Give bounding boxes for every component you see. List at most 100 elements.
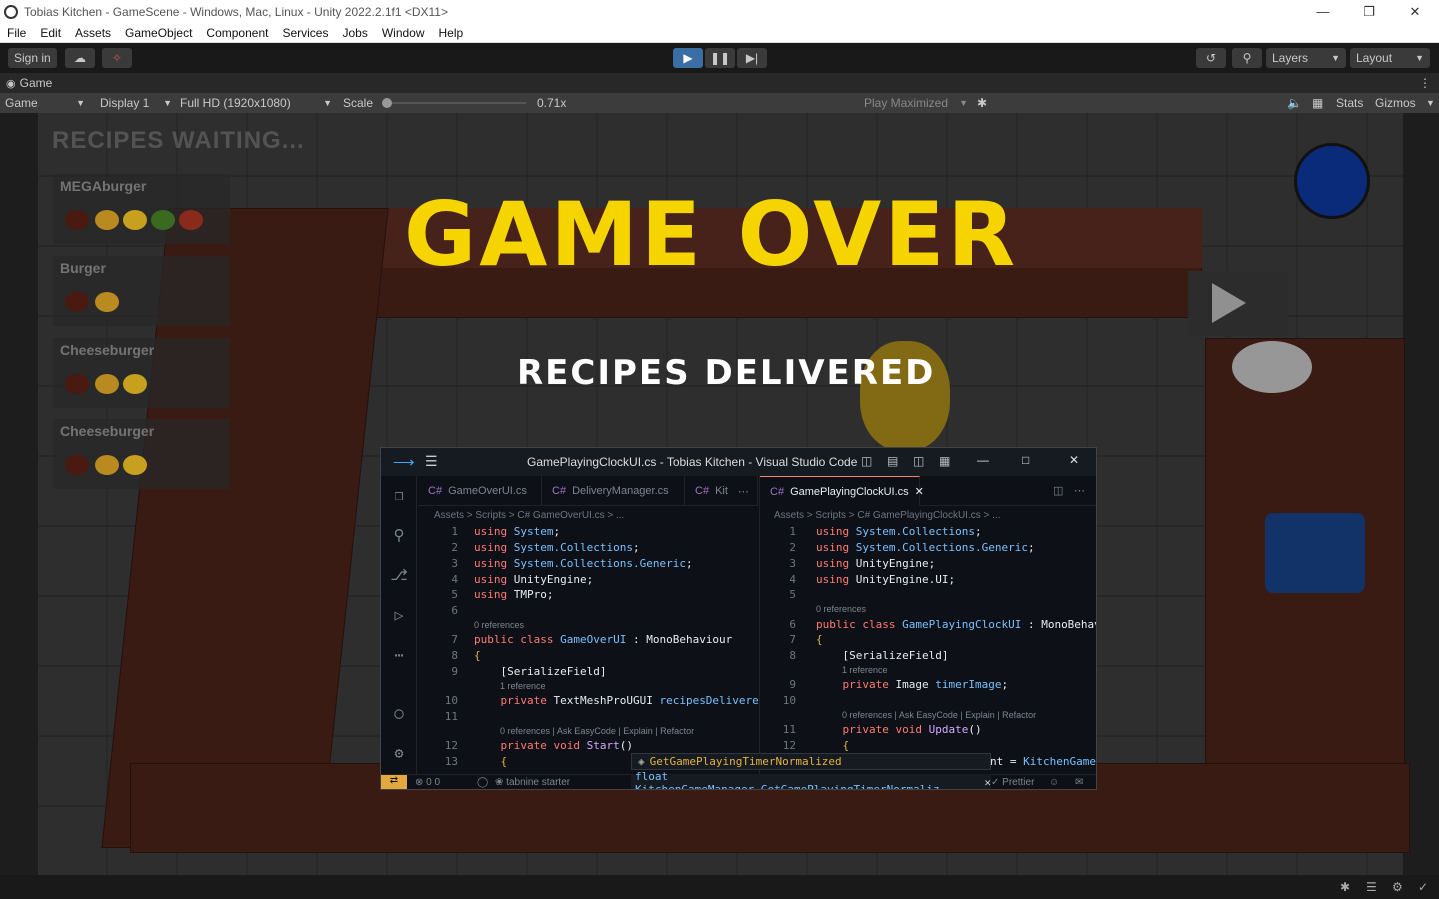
prettier-status[interactable]: ✓ Prettier [991, 777, 1034, 788]
slider-handle[interactable] [382, 98, 392, 108]
minimize-icon[interactable]: — [977, 453, 989, 467]
problems-indicator[interactable]: ⊗ 0 0 [415, 777, 440, 788]
play-maximized-dropdown[interactable]: Play Maximized ▼ [864, 93, 968, 113]
sidebar-toggle-icon[interactable]: ◫ [913, 454, 924, 468]
gizmos-button[interactable]: Gizmos [1375, 93, 1416, 113]
collab-icon[interactable]: ✧ [102, 48, 132, 68]
unity-logo-icon [4, 4, 18, 19]
more-icon[interactable]: ⋯ [390, 646, 408, 664]
sign-in-button[interactable]: Sign in [8, 48, 57, 68]
tabnine-status[interactable]: ❀ tabnine starter [495, 777, 570, 788]
menu-assets[interactable]: Assets [68, 26, 118, 40]
grid-icon[interactable]: ▦ [1312, 93, 1323, 113]
recipe-card: Cheeseburger [53, 338, 230, 408]
autocomplete-suggestion[interactable]: ◈ GetGamePlayingTimerNormalized [631, 753, 991, 770]
restore-icon[interactable]: ❐ [1346, 0, 1392, 23]
display-dropdown[interactable]: Display 1 ▼ [100, 93, 172, 113]
chevron-down-icon: ▼ [959, 98, 968, 108]
chevron-down-icon: ▼ [1415, 53, 1424, 63]
bun-icon [95, 210, 119, 230]
stats-button[interactable]: Stats [1336, 93, 1363, 113]
layout-dropdown[interactable]: Layout ▼ [1350, 48, 1430, 68]
menu-file[interactable]: File [0, 26, 33, 40]
menu-edit[interactable]: Edit [33, 26, 68, 40]
remote-icon[interactable]: ⇄ [381, 775, 407, 789]
chevron-down-icon[interactable]: ▼ [1426, 93, 1435, 113]
search-icon[interactable]: ⚲ [390, 526, 408, 544]
account-icon[interactable]: ◯ [390, 704, 408, 722]
editor-group-left[interactable]: C# GameOverUI.cs C# DeliveryManager.cs C# K… [418, 476, 758, 774]
cloud-icon[interactable]: ☁ [65, 48, 95, 68]
search-icon[interactable]: ⚲ [1232, 48, 1262, 68]
notifications-icon[interactable]: ✉ [1075, 777, 1083, 788]
pause-button[interactable]: ❚❚ [705, 48, 735, 68]
close-hover-icon[interactable]: ✕ [984, 776, 991, 789]
breadcrumb[interactable]: Assets > Scripts > C# GameOverUI.cs > ..… [418, 507, 624, 523]
explorer-icon[interactable]: ❐ [390, 486, 408, 504]
bug-icon[interactable]: ✱ [977, 93, 987, 113]
menu-help[interactable]: Help [432, 26, 471, 40]
menu-jobs[interactable]: Jobs [335, 26, 374, 40]
minimize-icon[interactable]: — [1300, 0, 1346, 23]
play-button[interactable]: ▶ [673, 48, 703, 68]
history-icon[interactable]: ↺ [1196, 48, 1226, 68]
vscode-titlebar: ⟶ ☰ GamePlayingClockUI.cs - Tobias Kitch… [381, 448, 1096, 476]
close-icon[interactable]: ✕ [1069, 453, 1079, 467]
breadcrumb[interactable]: Assets > Scripts > C# GamePlayingClockUI… [760, 507, 1000, 523]
hamburger-menu-icon[interactable]: ☰ [425, 453, 438, 470]
settings-icon[interactable]: ⚙ [1392, 880, 1403, 894]
more-actions-icon[interactable]: ⋯ [738, 485, 749, 498]
feedback-icon[interactable]: ☺ [1049, 777, 1059, 788]
menu-component[interactable]: Component [199, 26, 275, 40]
close-tab-icon[interactable]: ✕ [915, 485, 924, 498]
view-mode-label: Game [5, 96, 38, 110]
tab-deliverymanager[interactable]: C# DeliveryManager.cs [542, 476, 685, 506]
run-debug-icon[interactable]: ▷ [390, 606, 408, 624]
tab-label: GamePlayingClockUI.cs [790, 485, 909, 498]
lettuce-icon [151, 210, 175, 230]
menu-gameobject[interactable]: GameObject [118, 26, 199, 40]
debug-icon[interactable]: ✱ [1340, 880, 1350, 894]
cheese-icon [123, 210, 147, 230]
manage-gear-icon[interactable]: ⚙ [390, 744, 408, 762]
tab-gameplayingclockui[interactable]: C# GamePlayingClockUI.cs ✕ [760, 476, 924, 506]
menu-window[interactable]: Window [375, 26, 432, 40]
patty-icon [65, 210, 89, 230]
recipe-name: Cheeseburger [60, 423, 155, 439]
chevron-down-icon: ▼ [76, 98, 85, 108]
db-icon[interactable]: ☰ [1366, 880, 1377, 894]
recipes-delivered-label: RECIPES DELIVERED [517, 353, 936, 393]
customize-layout-icon[interactable]: ▦ [939, 454, 950, 468]
csharp-icon: C# [770, 485, 785, 498]
menu-services[interactable]: Services [275, 26, 335, 40]
split-editor-icon[interactable]: ◫ [1053, 484, 1063, 497]
cheese-icon [123, 374, 147, 394]
editor-group-right[interactable]: C# GamePlayingClockUI.cs ✕ ◫ ⋯ Assets > Sc… [759, 476, 1096, 774]
window-title: Tobias Kitchen - GameScene - Windows, Ma… [24, 4, 448, 19]
recipe-card: Burger [53, 256, 230, 326]
check-icon[interactable]: ✓ [1418, 880, 1428, 894]
view-mode-dropdown[interactable]: Game ▼ [5, 93, 87, 113]
csharp-icon: C# [695, 485, 710, 497]
account-status-icon[interactable]: ◯ [477, 777, 488, 788]
tab-kitchen[interactable]: C# Kit ⋯ [685, 476, 758, 506]
tab-label: GameOverUI.cs [448, 485, 527, 497]
audio-icon[interactable]: 🔈 [1287, 93, 1302, 113]
tab-menu-icon[interactable]: ⋮ [1419, 76, 1431, 90]
play-mode-label: Play Maximized [864, 96, 949, 110]
resolution-label: Full HD (1920x1080) [180, 96, 291, 110]
step-button[interactable]: ▶| [737, 48, 767, 68]
chevron-down-icon: ▼ [323, 98, 332, 108]
scale-slider[interactable] [382, 93, 527, 113]
panel-toggle-icon[interactable]: ▤ [887, 454, 898, 468]
layout-toggle-icon[interactable]: ◫ [861, 454, 872, 468]
close-icon[interactable]: ✕ [1392, 0, 1438, 23]
layers-dropdown[interactable]: Layers ▼ [1266, 48, 1346, 68]
tab-gameoverui[interactable]: C# GameOverUI.cs [418, 476, 542, 506]
resolution-dropdown[interactable]: Full HD (1920x1080) ▼ [180, 93, 332, 113]
more-actions-icon[interactable]: ⋯ [1074, 484, 1085, 497]
vscode-window[interactable]: ⟶ ☰ GamePlayingClockUI.cs - Tobias Kitch… [380, 447, 1097, 790]
maximize-icon[interactable]: □ [1022, 453, 1029, 467]
tab-game[interactable]: Game [20, 76, 53, 90]
source-control-icon[interactable]: ⎇ [390, 566, 408, 584]
